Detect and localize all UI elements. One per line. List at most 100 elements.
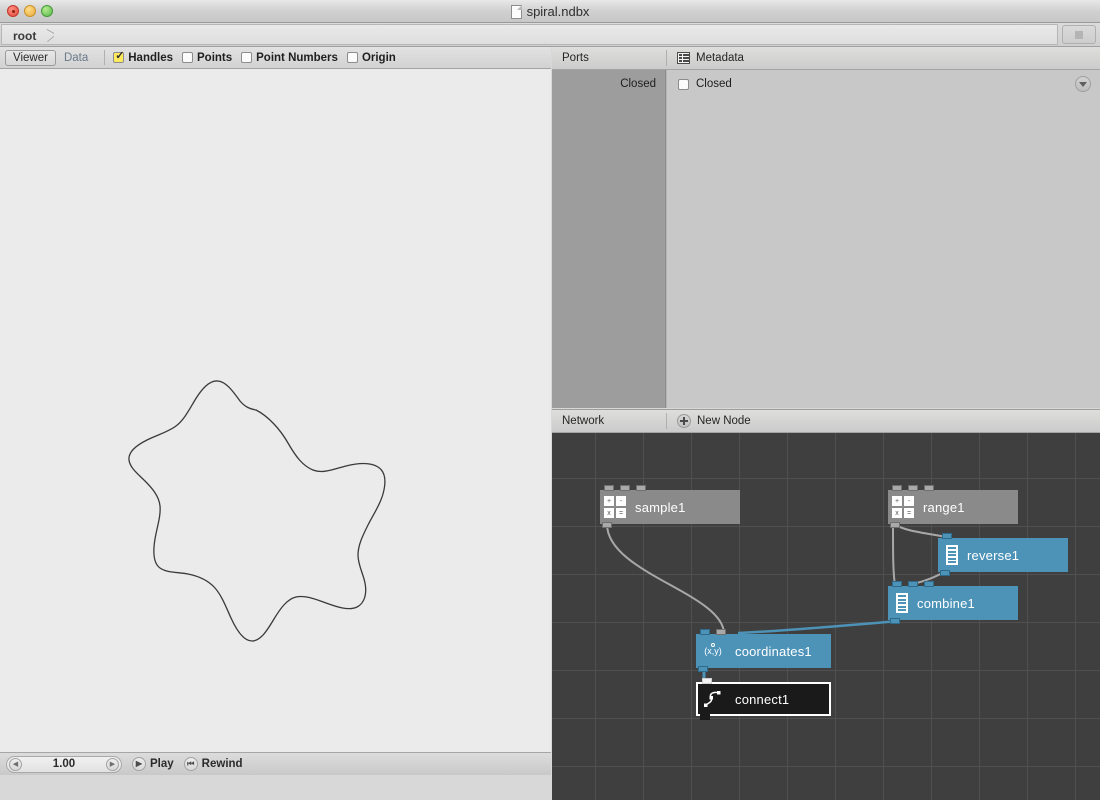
port-combine1-in2[interactable]	[908, 581, 918, 587]
handles-checkbox[interactable]	[113, 50, 124, 63]
wire-range1-reverse1	[894, 523, 947, 538]
option-point-numbers[interactable]: Point Numbers	[241, 52, 338, 64]
rewind-button[interactable]: ⏮ Rewind	[183, 757, 243, 771]
rewind-icon: ⏮	[183, 757, 198, 771]
toolbar-divider	[104, 50, 106, 65]
port-connect1-in[interactable]	[702, 678, 712, 684]
window-title-group: spiral.ndbx	[0, 0, 1100, 23]
node-coordinates1[interactable]: (x,y) coordinates1	[696, 634, 831, 668]
port-combine1-in3[interactable]	[924, 581, 934, 587]
viewer-canvas[interactable]	[0, 69, 551, 752]
origin-checkbox[interactable]	[346, 52, 358, 63]
points-checkbox[interactable]	[182, 52, 193, 63]
shape-render	[128, 380, 386, 642]
node-sample1-label: sample1	[635, 499, 686, 515]
node-connect1-label: connect1	[735, 691, 790, 707]
chevron-down-circle-icon[interactable]	[1075, 76, 1091, 92]
title-bar: spiral.ndbx	[0, 0, 1100, 23]
wire-range1-combine1	[892, 523, 896, 586]
metadata-column: Closed	[667, 70, 1100, 408]
port-sample1-in3[interactable]	[636, 485, 646, 491]
play-label: Play	[150, 758, 174, 770]
tab-metadata[interactable]: Metadata	[667, 52, 744, 64]
port-range1-out[interactable]	[890, 522, 900, 528]
plus-circle-icon	[677, 414, 691, 428]
option-point-numbers-label: Point Numbers	[256, 51, 338, 64]
port-reverse1-in[interactable]	[942, 533, 952, 539]
port-coordinates1-out[interactable]	[698, 666, 708, 672]
network-canvas[interactable]: + - x = sample1 + - x = range1 reverse1 …	[552, 433, 1100, 800]
closed-checkbox[interactable]	[678, 78, 689, 90]
wire-combine1-coordinates1	[737, 619, 899, 635]
tab-network[interactable]: Network	[552, 415, 666, 427]
application-window: spiral.ndbx root Viewer Data Handles	[0, 0, 1100, 800]
transport-bar: ◀ 1.00 ▶ ▶ Play ⏮ Rewind	[0, 752, 551, 775]
port-range1-in3[interactable]	[924, 485, 934, 491]
port-range1-in[interactable]	[892, 485, 902, 491]
option-handles-label: Handles	[128, 51, 173, 64]
node-connect1[interactable]: connect1	[696, 682, 831, 716]
new-node-button[interactable]: New Node	[667, 414, 751, 428]
viewer-options: Handles Points Point Numbers Origin	[113, 50, 396, 64]
list-icon	[896, 593, 908, 613]
option-origin-label: Origin	[361, 51, 396, 64]
node-range1-label: range1	[923, 499, 965, 515]
breadcrumb-bar: root	[1, 24, 1058, 45]
stop-square-icon	[1075, 30, 1083, 39]
port-connect1-out[interactable]	[700, 714, 710, 720]
document-icon	[510, 4, 522, 19]
option-origin[interactable]: Origin	[346, 51, 396, 64]
port-coordinates1-in[interactable]	[700, 629, 710, 635]
list-icon	[946, 545, 958, 565]
frame-next-icon[interactable]: ▶	[105, 757, 119, 771]
play-icon: ▶	[132, 757, 146, 771]
stop-button[interactable]	[1062, 25, 1096, 44]
port-sample1-in2[interactable]	[620, 485, 630, 491]
frame-value: 1.00	[52, 758, 76, 770]
port-range1-in2[interactable]	[908, 485, 918, 491]
option-points-label: Points	[197, 51, 233, 64]
node-range1[interactable]: + - x = range1	[888, 490, 1018, 524]
port-reverse1-out[interactable]	[940, 570, 950, 576]
port-coordinates1-in2[interactable]	[716, 629, 726, 635]
option-handles[interactable]: Handles	[113, 50, 173, 64]
path-icon	[702, 689, 726, 709]
toolbar: root	[0, 23, 1100, 47]
port-sample1-out[interactable]	[602, 522, 612, 528]
wire-sample1-coordinates1	[606, 523, 725, 634]
coordinates-icon: (x,y)	[700, 640, 726, 662]
tab-viewer[interactable]: Viewer	[5, 49, 56, 66]
frame-stepper[interactable]: ◀ 1.00 ▶	[6, 755, 122, 773]
port-sample1-in[interactable]	[604, 485, 614, 491]
network-pane: Network New Node + - x = sample1 + - x =…	[552, 409, 1100, 800]
window-title: spiral.ndbx	[526, 4, 590, 19]
ports-column: Closed	[552, 70, 666, 408]
port-combine1-out[interactable]	[890, 618, 900, 624]
network-tab-bar: Network New Node	[552, 409, 1100, 433]
viewer-tab-bar: Viewer Data Handles Points Point Numbers	[0, 47, 551, 69]
port-row-closed[interactable]: Closed	[552, 70, 665, 98]
port-combine1-in[interactable]	[892, 581, 902, 587]
tab-data[interactable]: Data	[56, 50, 96, 66]
viewer-pane: Viewer Data Handles Points Point Numbers	[0, 47, 551, 775]
node-sample1[interactable]: + - x = sample1	[600, 490, 740, 524]
metadata-row-closed: Closed	[667, 70, 1100, 98]
breadcrumb-separator-icon	[42, 28, 54, 43]
option-points[interactable]: Points	[182, 52, 232, 64]
math-grid-icon: + - x =	[604, 496, 626, 518]
point-numbers-checkbox[interactable]	[241, 52, 253, 63]
frame-previous-icon[interactable]: ◀	[9, 757, 22, 771]
tab-metadata-label: Metadata	[696, 52, 744, 64]
play-button[interactable]: ▶ Play	[132, 757, 174, 771]
new-node-label: New Node	[697, 415, 751, 427]
inspector-pane: Ports Metadata Closed Closed	[552, 47, 1100, 408]
breadcrumb-item-root[interactable]: root	[7, 27, 42, 44]
metadata-list-icon	[677, 52, 690, 64]
tab-ports[interactable]: Ports	[552, 52, 666, 64]
rewind-label: Rewind	[201, 758, 243, 770]
node-combine1[interactable]: combine1	[888, 586, 1018, 620]
node-reverse1[interactable]: reverse1	[938, 538, 1068, 572]
star-shape-path	[128, 380, 386, 642]
node-coordinates1-label: coordinates1	[735, 643, 812, 659]
node-combine1-label: combine1	[917, 595, 975, 611]
